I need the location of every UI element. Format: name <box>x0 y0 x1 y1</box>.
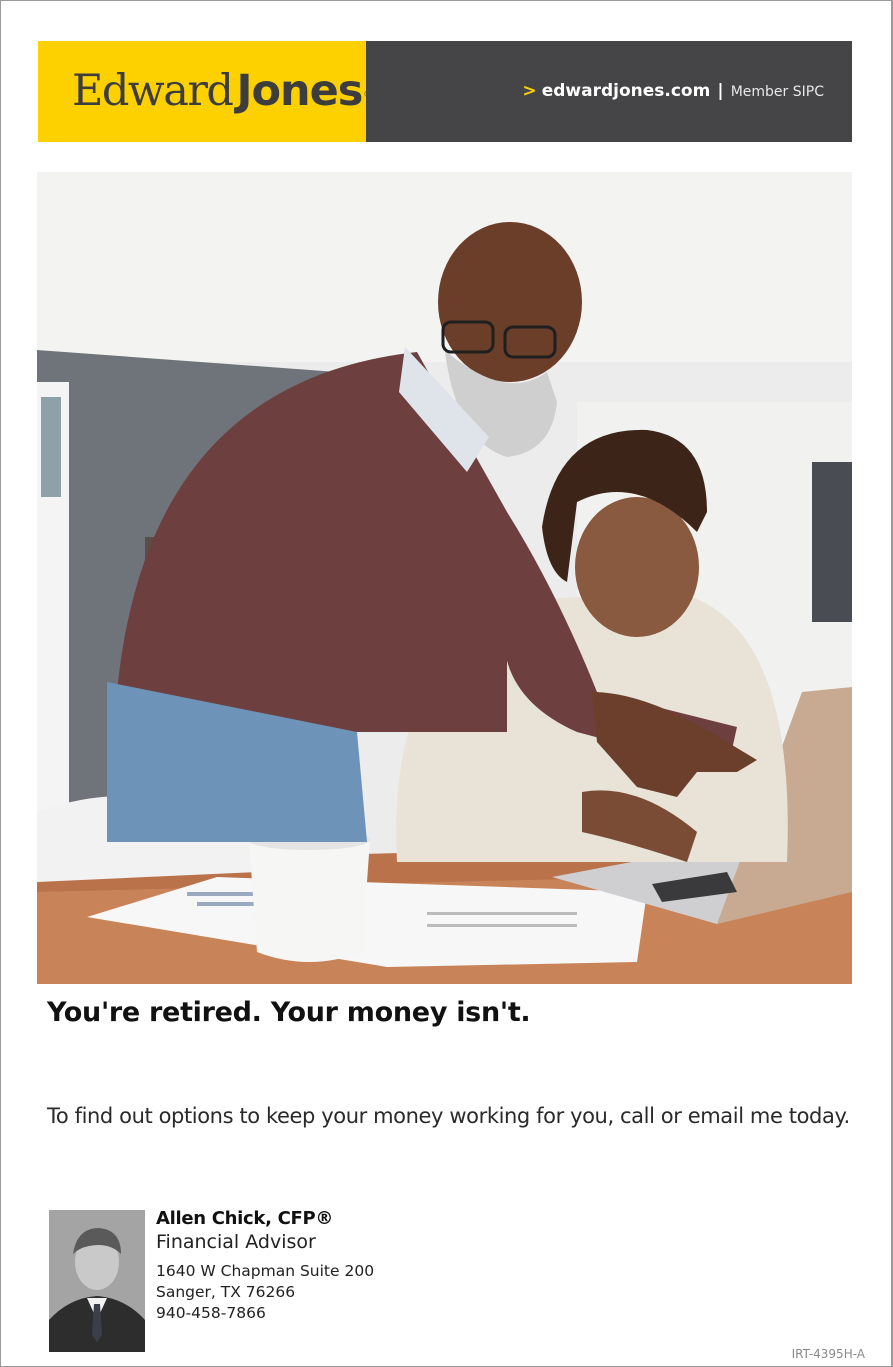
advisor-phone[interactable]: 940-458-7866 <box>156 1303 374 1324</box>
header-banner: EdwardJones ® > edwardjones.com | Member… <box>38 41 852 142</box>
hero-photo <box>37 172 852 984</box>
banner-links: > edwardjones.com | Member SIPC <box>522 81 824 101</box>
logo-word-edward: Edward <box>72 66 234 116</box>
banner-link-panel: > edwardjones.com | Member SIPC <box>366 41 852 142</box>
headline: You're retired. Your money isn't. <box>47 997 531 1028</box>
call-to-action-text: To find out options to keep your money w… <box>47 1104 850 1128</box>
logo-word-jones: Jones <box>236 66 363 116</box>
brand-logo-panel: EdwardJones ® <box>38 41 372 142</box>
member-sipc: Member SIPC <box>730 84 824 100</box>
address-line-1: 1640 W Chapman Suite 200 <box>156 1262 375 1280</box>
advisor-portrait <box>49 1210 145 1352</box>
advisor-photo <box>49 1210 145 1352</box>
edward-jones-logo: EdwardJones ® <box>72 66 372 116</box>
advisor-title: Financial Advisor <box>156 1231 316 1253</box>
separator: | <box>717 81 724 101</box>
website-link[interactable]: edwardjones.com <box>542 81 711 101</box>
advisor-info: Allen Chick, CFP® Financial Advisor 1640… <box>156 1208 374 1324</box>
chevron-right-icon: > <box>522 81 537 101</box>
document-code: IRT-4395H-A <box>791 1347 865 1361</box>
advisor-name: Allen Chick, CFP® <box>156 1208 334 1229</box>
advisor-address: 1640 W Chapman Suite 200 Sanger, TX 7626… <box>156 1261 374 1324</box>
address-line-2: Sanger, TX 76266 <box>156 1283 296 1301</box>
hero-photo-illustration <box>37 172 852 984</box>
